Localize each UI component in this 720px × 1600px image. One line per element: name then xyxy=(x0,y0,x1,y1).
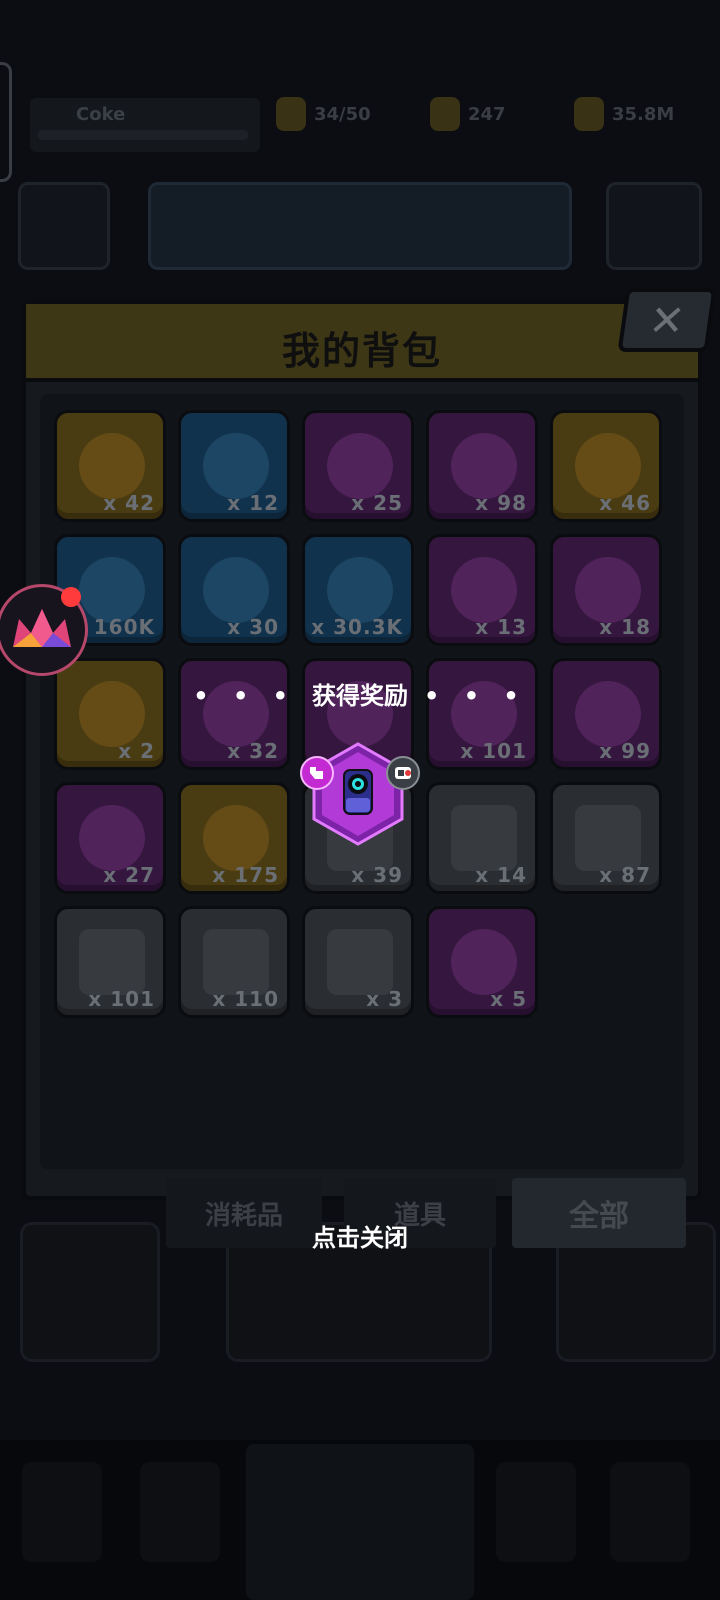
reward-title-text: 获得奖励 xyxy=(312,682,408,710)
rarity-badge-icon xyxy=(300,756,334,790)
gadget-icon xyxy=(343,769,373,815)
reward-dots-left: • • • xyxy=(193,682,296,710)
reward-dots-right: • • • xyxy=(424,682,527,710)
reward-title: • • • 获得奖励 • • • xyxy=(0,676,720,711)
tap-to-close-label[interactable]: 点击关闭 xyxy=(0,1218,720,1253)
gadget-type-icon xyxy=(386,756,420,790)
